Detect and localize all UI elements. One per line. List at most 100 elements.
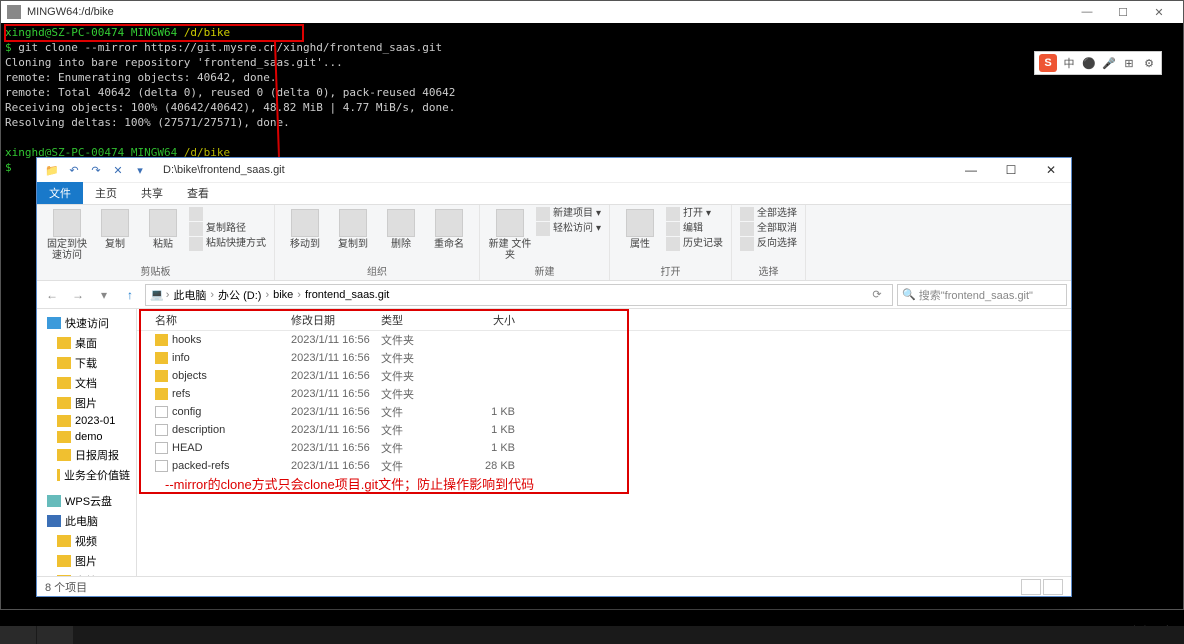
view-tiles-button[interactable] [1043, 579, 1063, 595]
terminal-body[interactable]: xinghd@SZ-PC-00474 MINGW64 /d/bike $ git… [1, 23, 1183, 177]
annotation-text: --mirror的clone方式只会clone项目.git文件；防止操作影响到代… [165, 474, 534, 493]
tree-quick-access[interactable]: 快速访问 [37, 313, 136, 333]
paste-shortcut-button[interactable]: 粘贴快捷方式 [189, 237, 266, 251]
exp-close-button[interactable]: ✕ [1031, 158, 1071, 183]
close-button[interactable]: ✕ [1141, 6, 1177, 19]
new-folder-button[interactable]: 新建 文件夹 [488, 207, 532, 261]
list-item[interactable]: HEAD2023/1/11 16:56文件1 KB [137, 439, 1071, 457]
folder-icon [155, 388, 168, 400]
folder-icon [155, 334, 168, 346]
forward-button[interactable]: → [67, 284, 89, 306]
exp-maximize-button[interactable]: ☐ [991, 158, 1031, 183]
tab-file[interactable]: 文件 [37, 182, 83, 204]
ime-logo-icon: S [1039, 54, 1057, 72]
list-item[interactable]: refs2023/1/11 16:56文件夹 [137, 385, 1071, 403]
search-icon: 🔍 [902, 288, 916, 301]
file-list: 名称 修改日期 类型 大小 hooks2023/1/11 16:56文件夹inf… [137, 309, 1071, 576]
file-icon [155, 406, 168, 418]
back-button[interactable]: ← [41, 284, 63, 306]
pin-quick-access-button[interactable]: 固定到快 速访问 [45, 207, 89, 261]
select-all-button[interactable]: 全部选择 [740, 207, 797, 221]
history-button[interactable]: 历史记录 [666, 237, 723, 251]
tab-view[interactable]: 查看 [175, 182, 221, 204]
move-to-button[interactable]: 移动到 [283, 207, 327, 250]
terminal-title: MINGW64:/d/bike [27, 6, 114, 18]
tree-pics2[interactable]: 图片 [37, 551, 136, 571]
col-size[interactable]: 大小 [455, 312, 535, 328]
properties-button[interactable]: 属性 [618, 207, 662, 250]
file-icon [155, 424, 168, 436]
tree-wps-cloud[interactable]: WPS云盘 [37, 491, 136, 511]
tree-folder-3[interactable]: 日报周报 [37, 445, 136, 465]
ime-voice-icon[interactable]: 🎤 [1101, 55, 1117, 71]
breadcrumb[interactable]: 💻 › 此电脑› 办公 (D:)› bike› frontend_saas.gi… [145, 284, 893, 306]
tree-documents[interactable]: 文档 [37, 373, 136, 393]
qat-dd-button[interactable]: ▾ [129, 160, 151, 180]
tree-video[interactable]: 视频 [37, 531, 136, 551]
rename-button[interactable]: 重命名 [427, 207, 471, 250]
ime-keyboard-icon[interactable]: ⚫ [1081, 55, 1097, 71]
list-item[interactable]: config2023/1/11 16:56文件1 KB [137, 403, 1071, 421]
ime-tool-icon[interactable]: ⊞ [1121, 55, 1137, 71]
edit-button[interactable]: 编辑 [666, 222, 723, 236]
qat-redo-button[interactable]: ↷ [85, 160, 107, 180]
qat-del-button[interactable]: ✕ [107, 160, 129, 180]
list-item[interactable]: hooks2023/1/11 16:56文件夹 [137, 331, 1071, 349]
minimize-button[interactable]: — [1069, 6, 1105, 18]
delete-button[interactable]: 删除 [379, 207, 423, 250]
tree-desktop[interactable]: 桌面 [37, 333, 136, 353]
list-item[interactable]: info2023/1/11 16:56文件夹 [137, 349, 1071, 367]
exp-minimize-button[interactable]: — [951, 158, 991, 183]
col-date[interactable]: 修改日期 [291, 312, 381, 328]
maximize-button[interactable]: ☐ [1105, 6, 1141, 19]
new-item-button[interactable]: 新建项目 ▾ [536, 207, 601, 221]
tree-folder-2[interactable]: demo [37, 429, 136, 445]
view-details-button[interactable] [1021, 579, 1041, 595]
tree-folder-1[interactable]: 2023-01 [37, 413, 136, 429]
taskbar [0, 626, 1184, 644]
folder-icon [155, 370, 168, 382]
copy-to-button[interactable]: 复制到 [331, 207, 375, 250]
taskbar-item[interactable] [0, 626, 36, 644]
tree-folder-4[interactable]: 业务全价值链 [37, 465, 136, 485]
open-button[interactable]: 打开 ▾ [666, 207, 723, 221]
pc-icon: 💻 [150, 288, 164, 301]
recent-button[interactable]: ▾ [93, 284, 115, 306]
annotation-highlight-box [4, 24, 304, 42]
ime-settings-icon[interactable]: ⚙ [1141, 55, 1157, 71]
copy-button[interactable]: 复制 [93, 207, 137, 250]
qat-undo-button[interactable]: ↶ [63, 160, 85, 180]
cut-button[interactable] [189, 207, 266, 221]
col-type[interactable]: 类型 [381, 312, 455, 328]
paste-button[interactable]: 粘贴 [141, 207, 185, 250]
tree-pictures[interactable]: 图片 [37, 393, 136, 413]
up-button[interactable]: ↑ [119, 284, 141, 306]
ribbon-tabs: 文件 主页 共享 查看 [37, 183, 1071, 205]
search-input[interactable]: 🔍 搜索"frontend_saas.git" [897, 284, 1067, 306]
taskbar-item[interactable] [37, 626, 73, 644]
easy-access-button[interactable]: 轻松访问 ▾ [536, 222, 601, 236]
explorer-window: 📁 ↶ ↷ ✕ ▾ D:\bike\frontend_saas.git — ☐ … [36, 157, 1072, 597]
ime-toolbar: S 中 ⚫ 🎤 ⊞ ⚙ [1034, 51, 1162, 75]
select-invert-button[interactable]: 反向选择 [740, 237, 797, 251]
copy-path-button[interactable]: 复制路径 [189, 222, 266, 236]
tab-home[interactable]: 主页 [83, 182, 129, 204]
ime-mode-button[interactable]: 中 [1061, 55, 1077, 71]
folder-icon [155, 352, 168, 364]
select-none-button[interactable]: 全部取消 [740, 222, 797, 236]
tree-this-pc[interactable]: 此电脑 [37, 511, 136, 531]
list-item[interactable]: objects2023/1/11 16:56文件夹 [137, 367, 1071, 385]
item-count: 8 个项目 [45, 579, 87, 595]
tree-download[interactable]: 下载 [37, 353, 136, 373]
nav-tree[interactable]: 快速访问 桌面 下载 文档 图片 2023-01 demo 日报周报 业务全价值… [37, 309, 137, 576]
col-name[interactable]: 名称 [137, 312, 291, 328]
list-item[interactable]: packed-refs2023/1/11 16:56文件28 KB [137, 457, 1071, 475]
tab-share[interactable]: 共享 [129, 182, 175, 204]
status-bar: 8 个项目 [37, 576, 1071, 596]
file-icon [155, 442, 168, 454]
list-item[interactable]: description2023/1/11 16:56文件1 KB [137, 421, 1071, 439]
refresh-button[interactable]: ⟳ [866, 284, 888, 306]
nav-bar: ← → ▾ ↑ 💻 › 此电脑› 办公 (D:)› bike› frontend… [37, 281, 1071, 309]
column-headers: 名称 修改日期 类型 大小 [137, 309, 1071, 331]
terminal-titlebar: MINGW64:/d/bike — ☐ ✕ [1, 1, 1183, 23]
